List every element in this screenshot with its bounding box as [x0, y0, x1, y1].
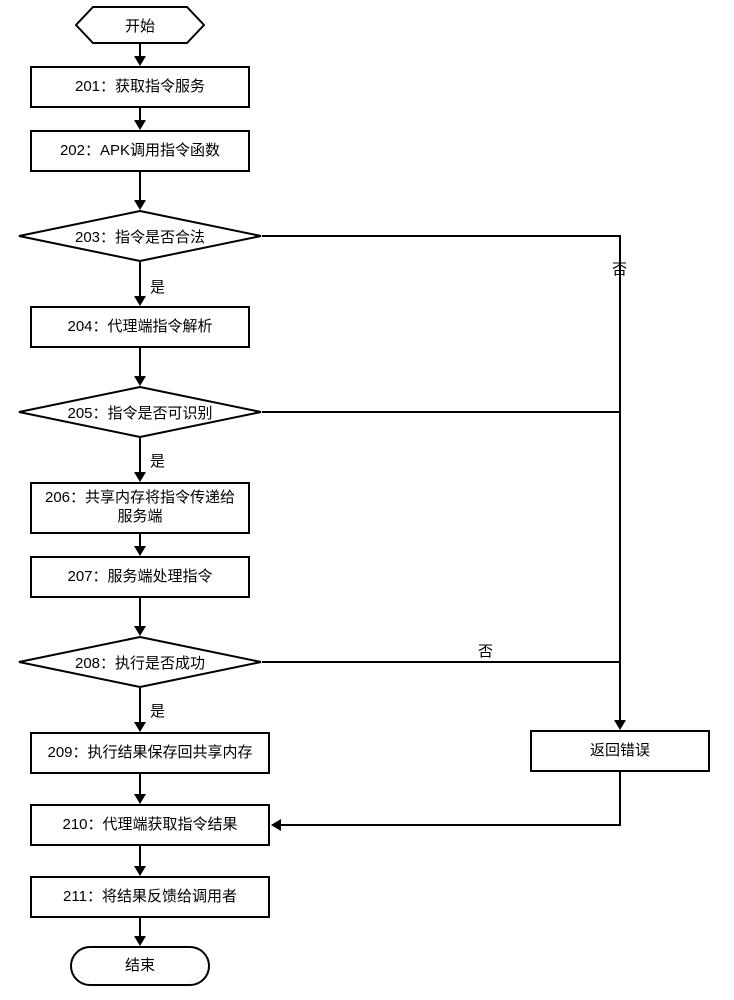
arrowhead	[134, 376, 146, 386]
error-box: 返回错误	[530, 730, 710, 772]
edge	[619, 772, 621, 826]
arrowhead	[134, 866, 146, 876]
edge-label-yes: 是	[150, 700, 165, 721]
edge	[262, 235, 621, 237]
step-201: 201：获取指令服务	[30, 66, 250, 108]
step-207: 207：服务端处理指令	[30, 556, 250, 598]
step-202: 202：APK调用指令函数	[30, 130, 250, 172]
step-209: 209：执行结果保存回共享内存	[30, 732, 270, 774]
edge	[262, 411, 621, 413]
edge	[139, 846, 141, 868]
arrowhead	[614, 720, 626, 730]
step-209-label: 209：执行结果保存回共享内存	[47, 744, 252, 763]
edge	[139, 688, 141, 724]
step-204: 204：代理端指令解析	[30, 306, 250, 348]
decision-208: 208：执行是否成功	[18, 636, 262, 688]
step-211-label: 211：将结果反馈给调用者	[63, 888, 237, 907]
arrowhead	[271, 819, 281, 831]
step-210-label: 210：代理端获取指令结果	[62, 816, 237, 835]
edge	[139, 438, 141, 474]
edge	[139, 598, 141, 628]
decision-205: 205：指令是否可识别	[18, 386, 262, 438]
step-202-label: 202：APK调用指令函数	[60, 142, 220, 161]
arrowhead	[134, 296, 146, 306]
arrowhead	[134, 626, 146, 636]
end-label: 结束	[125, 957, 155, 976]
step-204-label: 204：代理端指令解析	[67, 318, 212, 337]
arrowhead	[134, 936, 146, 946]
edge-label-no: 否	[478, 640, 493, 661]
arrowhead	[134, 472, 146, 482]
edge	[280, 824, 621, 826]
edge-label-yes: 是	[150, 450, 165, 471]
decision-205-label: 205：指令是否可识别	[67, 402, 212, 423]
edge	[139, 172, 141, 202]
arrowhead	[134, 120, 146, 130]
start-node: 开始	[75, 6, 205, 44]
end-node: 结束	[70, 946, 210, 986]
edge	[139, 918, 141, 938]
edge	[139, 774, 141, 796]
start-label: 开始	[125, 15, 155, 36]
step-206: 206：共享内存将指令传递给服务端	[30, 482, 250, 534]
step-211: 211：将结果反馈给调用者	[30, 876, 270, 918]
arrowhead	[134, 200, 146, 210]
edge	[139, 348, 141, 378]
edge	[262, 661, 621, 663]
error-label: 返回错误	[590, 742, 650, 761]
step-206-label: 206：共享内存将指令传递给服务端	[38, 489, 242, 527]
step-210: 210：代理端获取指令结果	[30, 804, 270, 846]
edge-label-yes: 是	[150, 276, 165, 297]
edge	[619, 235, 621, 722]
decision-203-label: 203：指令是否合法	[75, 226, 205, 247]
arrowhead	[134, 794, 146, 804]
edge	[139, 262, 141, 298]
step-207-label: 207：服务端处理指令	[67, 568, 212, 587]
arrowhead	[134, 722, 146, 732]
decision-203: 203：指令是否合法	[18, 210, 262, 262]
arrowhead	[134, 546, 146, 556]
decision-208-label: 208：执行是否成功	[75, 652, 205, 673]
arrowhead	[134, 56, 146, 66]
step-201-label: 201：获取指令服务	[75, 78, 205, 97]
